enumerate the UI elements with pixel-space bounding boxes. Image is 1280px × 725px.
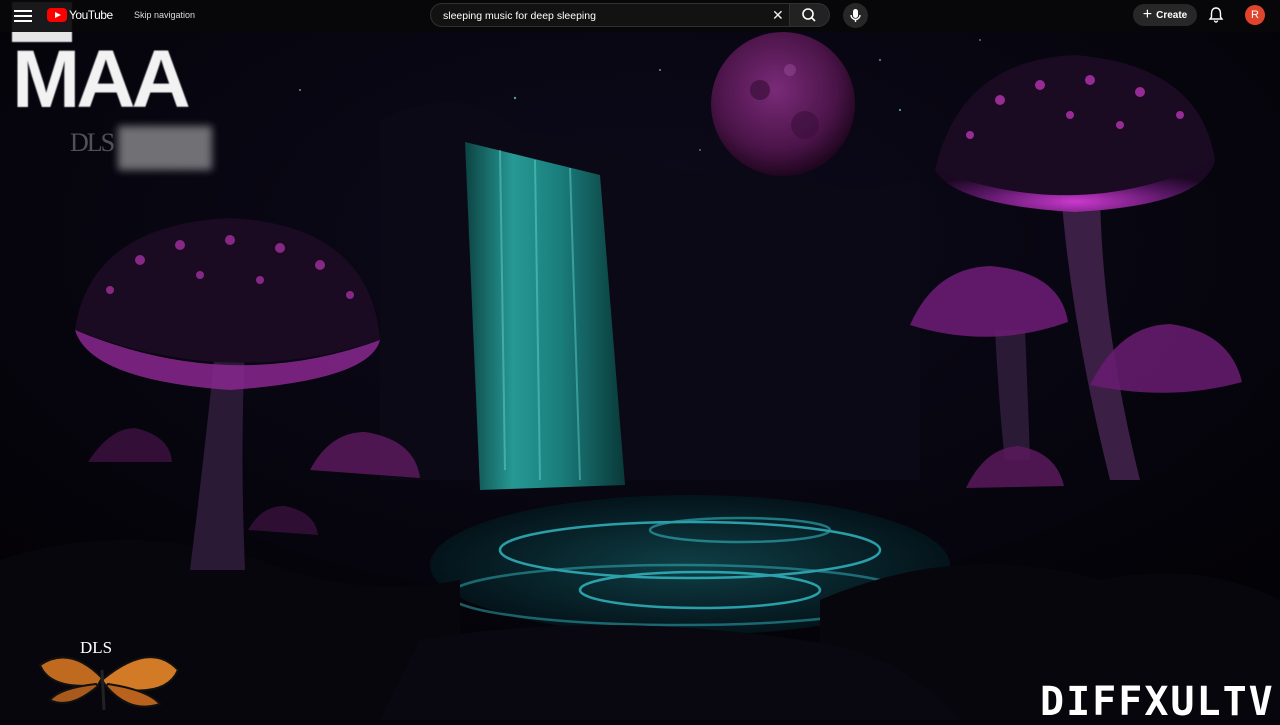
bell-icon [1208, 7, 1224, 23]
channel-watermark-large: MAA [12, 2, 191, 125]
voice-search-button[interactable] [843, 3, 868, 28]
channel-name-watermark: DIFFXULTV [1040, 679, 1275, 725]
plus-icon: + [1142, 6, 1153, 23]
search-box: ✕ [430, 3, 790, 27]
microphone-icon [850, 9, 861, 22]
youtube-logo-text: YouTube [69, 8, 113, 22]
blurred-watermark [118, 126, 212, 170]
masthead: YouTube Skip navigation ✕ + Create R [0, 0, 1280, 32]
avatar[interactable]: R [1245, 5, 1265, 25]
menu-icon[interactable] [14, 7, 32, 25]
skip-navigation-link[interactable]: Skip navigation [134, 10, 195, 20]
clear-search-icon[interactable]: ✕ [772, 6, 784, 24]
notifications-button[interactable] [1206, 5, 1226, 25]
search-input[interactable] [441, 7, 765, 25]
search-button[interactable] [790, 3, 830, 27]
search-icon [802, 8, 816, 22]
dls-tag: DLS [80, 638, 113, 657]
youtube-logo[interactable]: YouTube [47, 8, 113, 22]
create-label: Create [1156, 9, 1188, 21]
create-button[interactable]: + Create [1133, 4, 1197, 26]
youtube-play-icon [47, 8, 67, 22]
channel-watermark-small: DLS [70, 128, 115, 157]
